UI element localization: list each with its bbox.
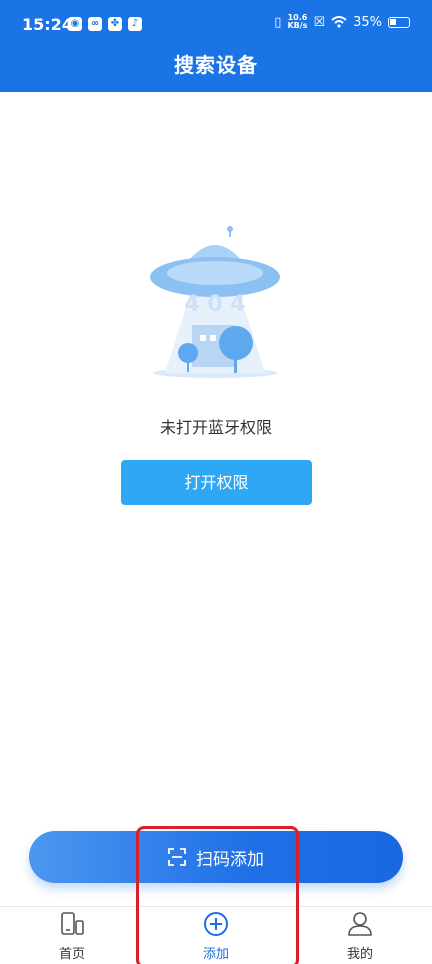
tab-mine[interactable]: 我的 (288, 907, 432, 964)
loop-icon: ∞ (88, 17, 102, 31)
tab-home-label: 首页 (58, 947, 85, 962)
net-speed: 10.6 KB/s (287, 14, 307, 30)
no-sim-icon: ☒ (313, 14, 326, 30)
tab-home[interactable]: 首页 (0, 907, 144, 964)
status-bar: 15:24 ◉ ∞ ✤ ♪ ▯ 10.6 KB/s ☒ 35% (0, 0, 432, 48)
device-icon (61, 912, 84, 935)
fan-icon: ✤ (108, 17, 122, 31)
highlight-box (136, 826, 299, 964)
vibrate-icon: ▯ (274, 14, 282, 30)
ufo-404-icon: 4 0 4 (150, 226, 280, 378)
net-speed-unit: KB/s (287, 21, 308, 30)
open-permission-button[interactable]: 打开权限 (121, 460, 312, 505)
wifi-icon (331, 16, 347, 28)
svg-text:4 0 4: 4 0 4 (184, 292, 245, 317)
battery-icon (388, 16, 410, 28)
tab-mine-label: 我的 (346, 947, 373, 962)
battery-percent: 35% (353, 14, 382, 30)
bluetooth-permission-message: 未打开蓝牙权限 (159, 418, 272, 437)
notification-icons: ◉ ∞ ✤ ♪ (68, 17, 142, 31)
weibo-icon: ◉ (68, 17, 82, 31)
app-header: 搜索设备 (0, 48, 432, 92)
status-time: 15:24 (22, 15, 73, 34)
tiktok-icon: ♪ (128, 17, 142, 31)
user-icon (348, 912, 372, 936)
page-title: 搜索设备 (174, 53, 258, 77)
status-right: ▯ 10.6 KB/s ☒ 35% (274, 14, 410, 30)
